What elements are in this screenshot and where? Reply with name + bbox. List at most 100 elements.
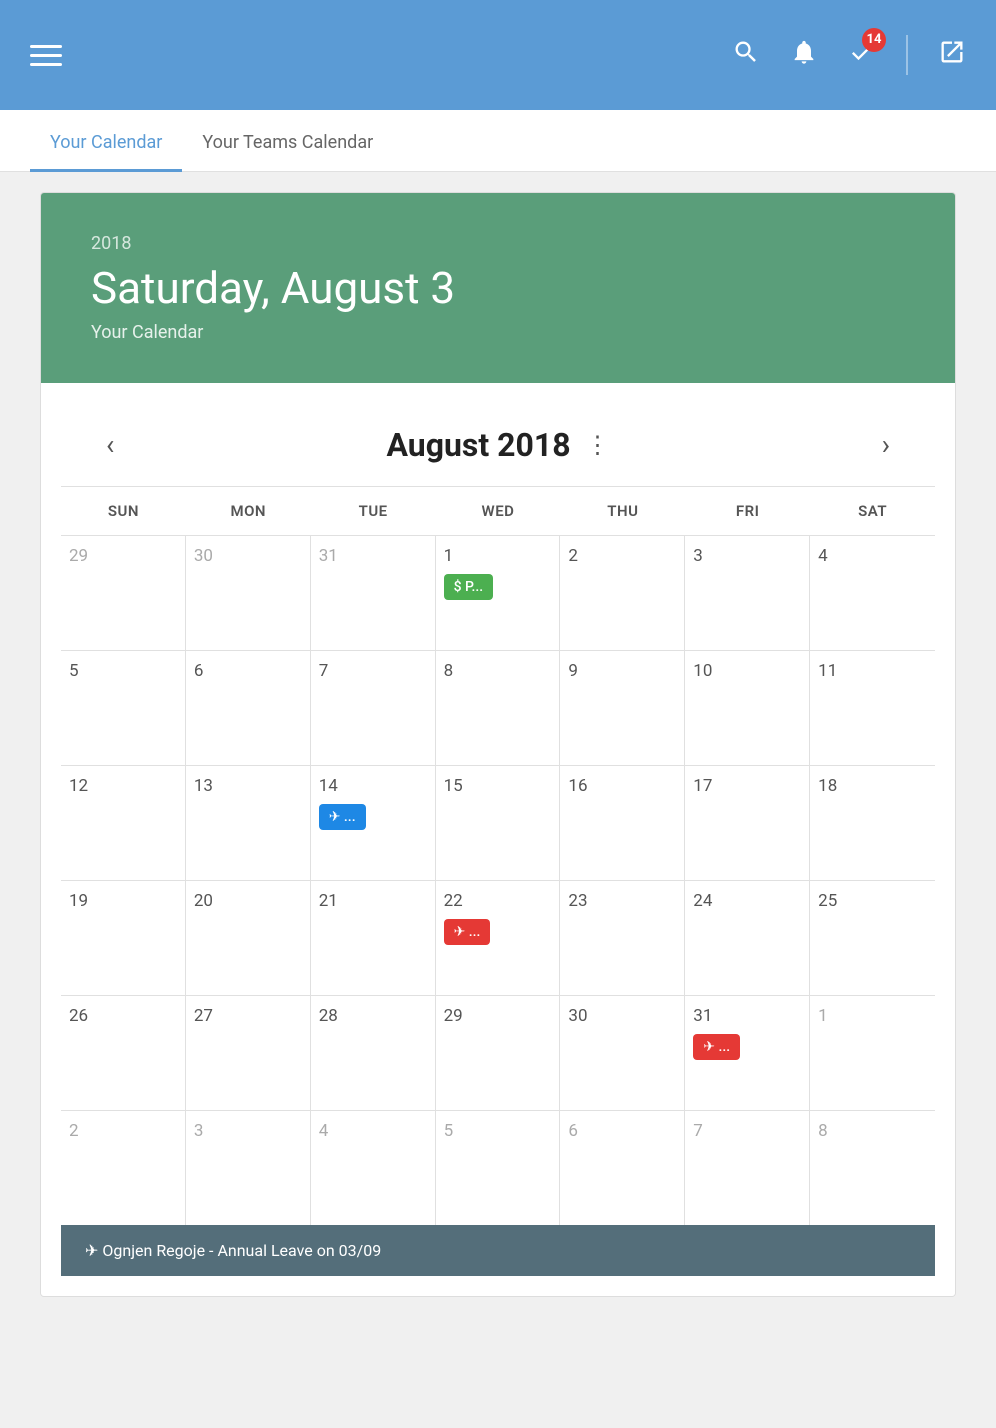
cell-number: 4	[818, 546, 927, 566]
calendar-cell[interactable]: 24	[685, 880, 810, 995]
header-right: 14	[732, 35, 966, 75]
calendar-cell[interactable]: 22 ✈ ...	[436, 880, 561, 995]
tab-your-calendar[interactable]: Your Calendar	[30, 110, 182, 171]
cell-number: 11	[818, 661, 927, 681]
day-header-sun: SUN	[61, 487, 186, 535]
cell-number: 7	[319, 661, 427, 681]
prev-month-button[interactable]: ‹	[91, 423, 129, 466]
calendar-cell[interactable]: 14 ✈ ...	[311, 765, 436, 880]
cell-number: 25	[818, 891, 927, 911]
cell-number: 2	[69, 1121, 177, 1141]
month-title: August 2018	[386, 426, 570, 464]
cell-number: 7	[693, 1121, 801, 1141]
cell-number: 3	[693, 546, 801, 566]
calendar-cell[interactable]: 8	[436, 650, 561, 765]
notifications-button[interactable]	[790, 38, 818, 73]
calendar-cell[interactable]: 4	[810, 535, 935, 650]
cell-number: 5	[444, 1121, 552, 1141]
calendar-cell[interactable]: 31	[311, 535, 436, 650]
cell-number: 13	[194, 776, 302, 796]
month-nav: ‹ August 2018 ⋮ ›	[61, 403, 935, 486]
cell-number: 29	[444, 1006, 552, 1026]
calendar-year: 2018	[91, 233, 905, 254]
cell-number: 12	[69, 776, 177, 796]
calendar-cell[interactable]: 23	[560, 880, 685, 995]
cell-number: 6	[568, 1121, 676, 1141]
cell-number: 21	[319, 891, 427, 911]
calendar-cell[interactable]: 7	[685, 1110, 810, 1225]
day-header-tue: TUE	[311, 487, 436, 535]
calendar-cell[interactable]: 5	[61, 650, 186, 765]
calendar-cell[interactable]: 30	[186, 535, 311, 650]
cell-number: 31	[693, 1006, 801, 1026]
cell-number: 8	[818, 1121, 927, 1141]
day-header-thu: THU	[560, 487, 685, 535]
hamburger-menu-button[interactable]	[30, 45, 62, 66]
calendar-cell[interactable]: 26	[61, 995, 186, 1110]
calendar-cell[interactable]: 8	[810, 1110, 935, 1225]
next-month-button[interactable]: ›	[867, 423, 905, 466]
calendar-cell[interactable]: 4	[311, 1110, 436, 1225]
calendar-cell[interactable]: 9	[560, 650, 685, 765]
cell-number: 3	[194, 1121, 302, 1141]
calendar-cell[interactable]: 3	[186, 1110, 311, 1225]
external-link-button[interactable]	[938, 38, 966, 73]
calendar-cell[interactable]: 7	[311, 650, 436, 765]
tooltip-text: ✈ Ognjen Regoje - Annual Leave on 03/09	[85, 1241, 381, 1260]
calendar-cell[interactable]: 6	[560, 1110, 685, 1225]
cell-number: 30	[568, 1006, 676, 1026]
month-menu-button[interactable]: ⋮	[586, 431, 610, 459]
cell-number: 2	[568, 546, 676, 566]
cell-number: 29	[69, 546, 177, 566]
calendar-cell[interactable]: 27	[186, 995, 311, 1110]
search-button[interactable]	[732, 38, 760, 73]
calendar-cell[interactable]: 11	[810, 650, 935, 765]
calendar-cell[interactable]: 18	[810, 765, 935, 880]
cell-number: 10	[693, 661, 801, 681]
day-header-wed: WED	[436, 487, 561, 535]
calendar-cell[interactable]: 17	[685, 765, 810, 880]
calendar-cell[interactable]: 5	[436, 1110, 561, 1225]
calendar-cell[interactable]: 2	[560, 535, 685, 650]
calendar-cell[interactable]: 29	[436, 995, 561, 1110]
event-badge[interactable]: ✈ ...	[319, 804, 366, 830]
cell-number: 18	[818, 776, 927, 796]
cell-number: 8	[444, 661, 552, 681]
calendar-cell[interactable]: 2	[61, 1110, 186, 1225]
calendar-cell[interactable]: 21	[311, 880, 436, 995]
cell-number: 17	[693, 776, 801, 796]
calendar-cell[interactable]: 20	[186, 880, 311, 995]
month-title-area: August 2018 ⋮	[386, 426, 609, 464]
event-badge[interactable]: ✈ ...	[444, 919, 491, 945]
calendar-cell[interactable]: 15	[436, 765, 561, 880]
calendar-date: Saturday, August 3	[91, 262, 905, 314]
calendar-cell[interactable]: 13	[186, 765, 311, 880]
calendar-cell[interactable]: 6	[186, 650, 311, 765]
cell-number: 15	[444, 776, 552, 796]
event-badge[interactable]: ✈ ...	[693, 1034, 740, 1060]
tab-teams-calendar[interactable]: Your Teams Calendar	[182, 110, 393, 171]
cell-number: 16	[568, 776, 676, 796]
calendar-cell[interactable]: 1$ P...	[436, 535, 561, 650]
calendar-cell[interactable]: 31 ✈ ...	[685, 995, 810, 1110]
cell-number: 24	[693, 891, 801, 911]
cell-number: 30	[194, 546, 302, 566]
calendar-cell[interactable]: 10	[685, 650, 810, 765]
event-badge[interactable]: $ P...	[444, 574, 494, 600]
calendar-cell[interactable]: 16	[560, 765, 685, 880]
event-tooltip-bar: ✈ Ognjen Regoje - Annual Leave on 03/09	[61, 1225, 935, 1276]
cell-number: 14	[319, 776, 427, 796]
calendar-cell[interactable]: 1	[810, 995, 935, 1110]
cell-number: 19	[69, 891, 177, 911]
calendar-cell[interactable]: 29	[61, 535, 186, 650]
calendar-cell[interactable]: 28	[311, 995, 436, 1110]
calendar-cell[interactable]: 19	[61, 880, 186, 995]
calendar-cell[interactable]: 25	[810, 880, 935, 995]
calendar-cell[interactable]: 30	[560, 995, 685, 1110]
tasks-button[interactable]: 14	[848, 38, 876, 73]
calendar-cell[interactable]: 12	[61, 765, 186, 880]
calendar-cell[interactable]: 3	[685, 535, 810, 650]
day-header-fri: FRI	[685, 487, 810, 535]
cell-number: 26	[69, 1006, 177, 1026]
cell-number: 22	[444, 891, 552, 911]
